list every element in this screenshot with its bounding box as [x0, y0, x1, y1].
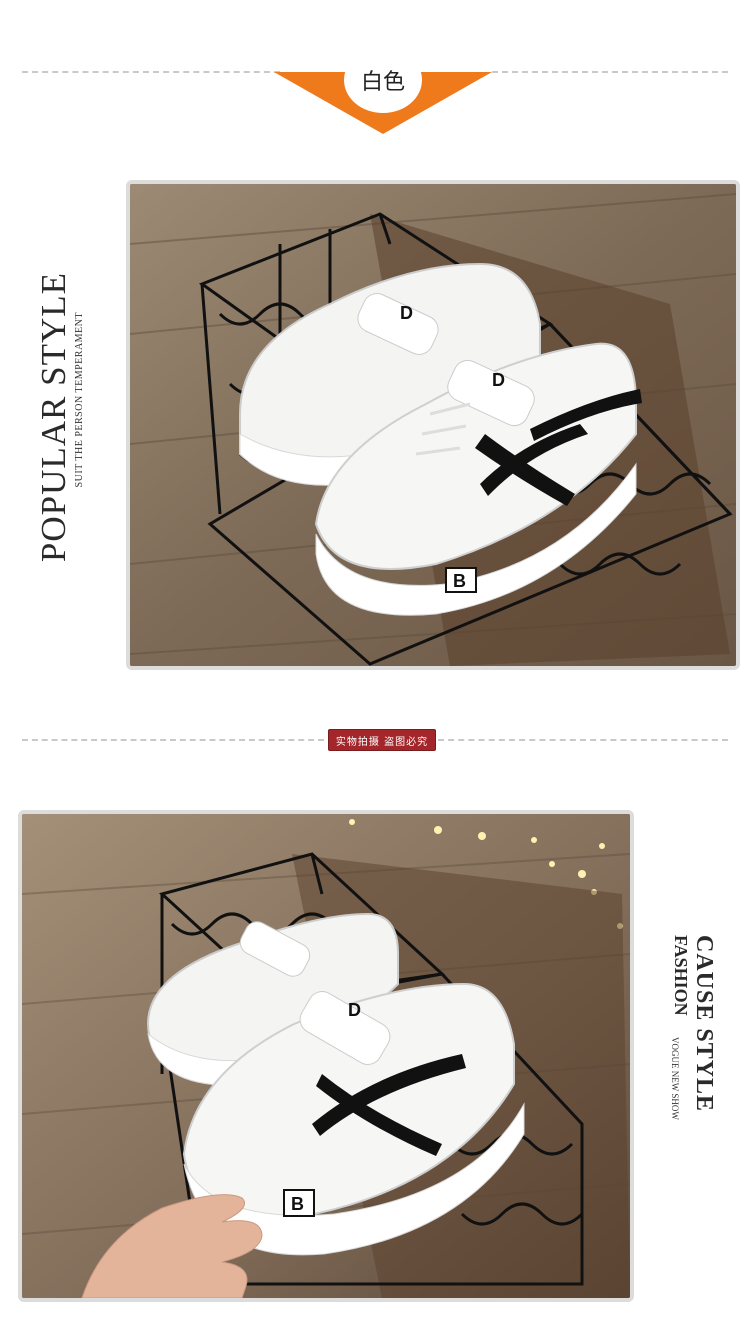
section2-line2: FASHION — [671, 935, 691, 1016]
strap-letter-2: D — [492, 370, 505, 390]
cause-style-text: CAUSE STYLE FASHION VOGUE NEW SHOW — [664, 935, 724, 1185]
shoe-photo-1: D D B — [130, 184, 736, 666]
strap-letter-3: D — [348, 1000, 361, 1020]
strap-letter-1: D — [400, 303, 413, 323]
product-photo-1: D D B — [126, 180, 740, 670]
popular-style-text: POPULAR STYLE SUIT THE PERSON TEMPERAMEN… — [34, 272, 94, 582]
middle-divider-right — [438, 739, 728, 741]
color-label-badge: 白色 — [344, 47, 422, 113]
shoe-photo-2: D B — [22, 814, 630, 1298]
stamp-text: 实物拍摄 盗图必究 — [335, 736, 429, 748]
real-shot-stamp: 实物拍摄 盗图必究 — [328, 729, 436, 751]
product-photo-2: D B — [18, 810, 634, 1302]
section2-subtitle: VOGUE NEW SHOW — [670, 1037, 680, 1120]
logo-b-2: B — [291, 1194, 304, 1214]
section1-title: POPULAR STYLE — [34, 272, 73, 563]
section1-subtitle: SUIT THE PERSON TEMPERAMENT — [74, 312, 85, 488]
color-label: 白色 — [360, 70, 405, 95]
header-banner: 白色 — [0, 0, 750, 150]
middle-divider-left — [22, 739, 324, 741]
logo-b-1: B — [453, 571, 466, 591]
section2-title: CAUSE STYLE — [691, 935, 717, 1113]
